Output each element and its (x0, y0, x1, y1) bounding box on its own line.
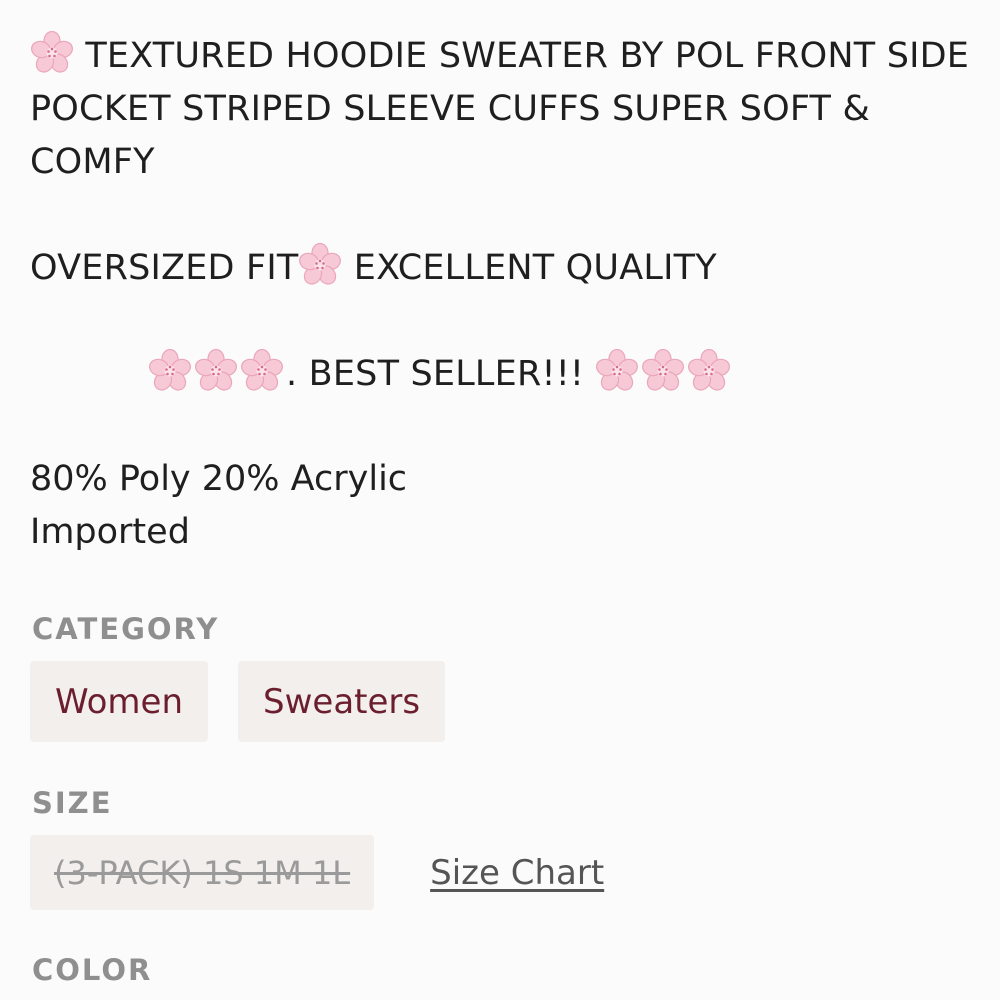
description-paragraph: TEXTURED HOODIE SWEATER BY POL FRONT SID… (30, 30, 970, 189)
oversized-line: OVERSIZED FIT EXCELLENT QUALITY (30, 242, 970, 295)
fabric-origin: Imported (30, 512, 190, 552)
best-seller-line: . BEST SELLER!!! (30, 348, 970, 401)
cherry-blossom-icon (298, 243, 343, 287)
cherry-blossom-icon (148, 349, 192, 393)
category-chips: Women Sweaters (30, 661, 446, 742)
category-title: CATEGORY (32, 612, 220, 646)
cherry-blossom-icon (240, 349, 284, 393)
description-text: TEXTURED HOODIE SWEATER BY POL FRONT SID… (30, 36, 970, 182)
color-title: COLOR (32, 953, 153, 987)
fabric-details: 80% Poly 20% Acrylic Imported (30, 453, 407, 559)
cherry-blossom-icon (641, 349, 686, 393)
size-chart-link[interactable]: Size Chart (430, 853, 604, 893)
size-title: SIZE (32, 786, 113, 820)
blossom-group-left (148, 348, 286, 401)
product-description: TEXTURED HOODIE SWEATER BY POL FRONT SID… (30, 30, 970, 401)
cherry-blossom-icon (30, 31, 74, 75)
excellent-quality-text: EXCELLENT QUALITY (353, 248, 717, 288)
cherry-blossom-icon (595, 349, 640, 393)
oversized-fit-text: OVERSIZED FIT (30, 248, 299, 288)
cherry-blossom-icon (687, 349, 732, 393)
size-option-unavailable[interactable]: (3-PACK) 1S 1M 1L (30, 835, 375, 910)
blossom-group-right (595, 348, 733, 401)
category-chip-women[interactable]: Women (30, 661, 209, 742)
best-seller-text: . BEST SELLER!!! (286, 354, 585, 394)
fabric-composition: 80% Poly 20% Acrylic (30, 459, 408, 499)
size-row: (3-PACK) 1S 1M 1L Size Chart (30, 835, 604, 910)
category-chip-sweaters[interactable]: Sweaters (238, 661, 446, 742)
cherry-blossom-icon (194, 349, 238, 393)
